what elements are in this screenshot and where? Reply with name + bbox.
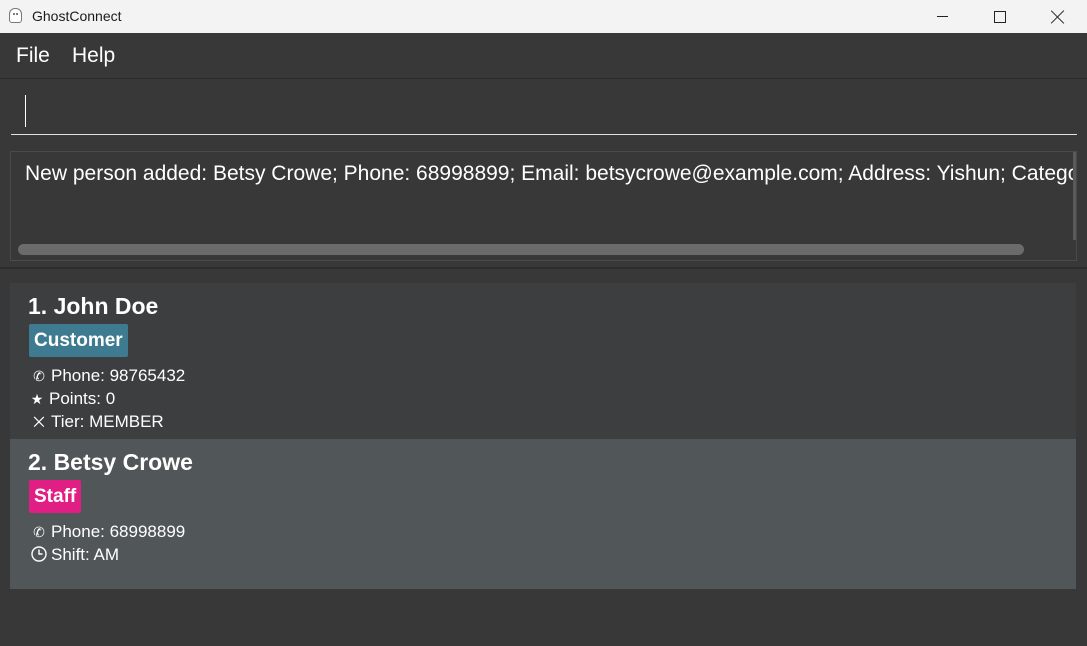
vertical-scrollbar[interactable] (1073, 152, 1076, 240)
points-row: ★ Points: 0 (30, 389, 115, 409)
person-card[interactable]: 2. Betsy Crowe Staff ✆ Phone: 68998899 S… (10, 439, 1076, 589)
menu-help[interactable]: Help (72, 33, 115, 78)
phone-label: Phone: 98765432 (51, 366, 186, 385)
result-message: New person added: Betsy Crowe; Phone: 68… (25, 162, 1077, 185)
close-icon (1051, 10, 1065, 24)
window-title: GhostConnect (32, 8, 122, 24)
shift-label: Shift: AM (51, 545, 120, 564)
tier-label: Tier: MEMBER (51, 412, 164, 431)
points-label: Points: 0 (49, 389, 116, 408)
category-tag-staff: Staff (29, 480, 82, 513)
phone-label: Phone: 68998899 (51, 522, 186, 541)
menu-file[interactable]: File (16, 33, 50, 78)
medal-icon: ⨉ (33, 413, 45, 430)
horizontal-scrollbar[interactable] (18, 244, 1024, 255)
maximize-icon (994, 10, 1006, 23)
shift-row: Shift: AM (30, 545, 119, 565)
person-card[interactable]: 1. John Doe Customer ✆ Phone: 98765432 ★… (10, 283, 1076, 439)
text-caret (25, 95, 26, 127)
person-name: 1. John Doe (28, 293, 159, 319)
result-display: New person added: Betsy Crowe; Phone: 68… (10, 151, 1077, 261)
star-icon: ★ (30, 390, 44, 407)
phone-icon: ✆ (33, 523, 45, 540)
person-name: 2. Betsy Crowe (28, 449, 193, 475)
maximize-button[interactable] (971, 0, 1029, 33)
section-divider (0, 267, 1087, 269)
category-tag-customer: Customer (29, 324, 128, 357)
phone-icon: ✆ (33, 367, 45, 384)
phone-row: ✆ Phone: 68998899 (30, 522, 185, 542)
close-button[interactable] (1029, 0, 1087, 33)
menu-bar: File Help (0, 33, 1087, 79)
tier-row: ⨉ Tier: MEMBER (30, 412, 164, 432)
command-box (0, 79, 1087, 143)
minimize-icon (936, 16, 948, 17)
ghost-app-icon (9, 8, 22, 23)
command-input[interactable] (11, 89, 1077, 135)
minimize-button[interactable] (913, 0, 971, 33)
clock-icon (30, 545, 48, 565)
phone-row: ✆ Phone: 98765432 (30, 366, 185, 386)
person-list: 1. John Doe Customer ✆ Phone: 98765432 ★… (10, 283, 1076, 589)
scrollbar-thumb[interactable] (18, 244, 1024, 255)
title-bar: GhostConnect (0, 0, 1087, 33)
